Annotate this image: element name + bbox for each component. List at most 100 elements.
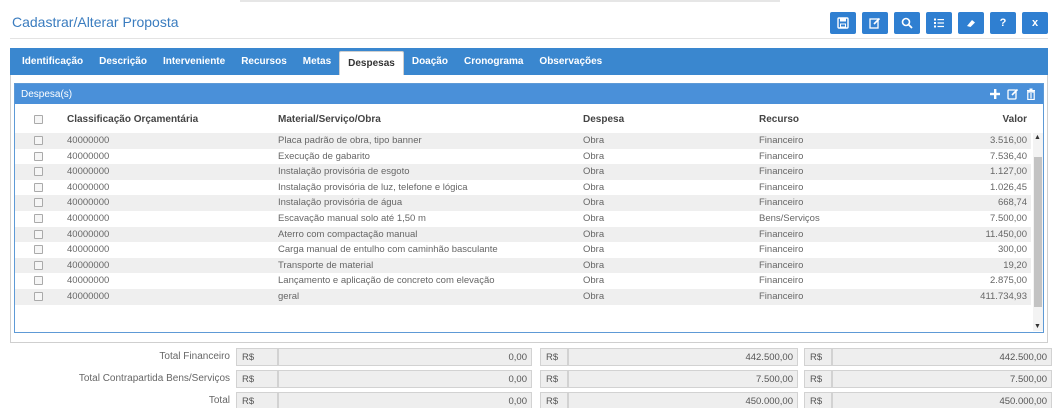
- table-row[interactable]: 40000000 Execução de gabarito Obra Financei…: [15, 149, 1031, 165]
- table-body: 40000000 Placa padrão de obra, tipo banne…: [15, 133, 1031, 305]
- row-checkbox[interactable]: [34, 273, 43, 289]
- table-row[interactable]: 40000000 Instalação provisória de água Obr…: [15, 195, 1031, 211]
- cell-recurso: Financeiro: [759, 150, 804, 162]
- edit-button[interactable]: [862, 12, 888, 34]
- table-row[interactable]: 40000000 Carga manual de entulho com cami…: [15, 242, 1031, 258]
- clear-button[interactable]: [958, 12, 984, 34]
- search-button[interactable]: [894, 12, 920, 34]
- currency-label: R$: [540, 392, 568, 408]
- cell-classificacao: 40000000: [67, 259, 110, 271]
- cell-valor: 11.450,00: [985, 228, 1027, 240]
- tab-cronograma[interactable]: Cronograma: [456, 48, 531, 75]
- tab-observacoes[interactable]: Observações: [531, 48, 610, 75]
- table-row[interactable]: 40000000 Placa padrão de obra, tipo banne…: [15, 133, 1031, 149]
- cell-despesa: Obra: [583, 212, 605, 224]
- cell-material: Carga manual de entulho com caminhão bas…: [278, 244, 498, 256]
- cell-despesa: Obra: [583, 181, 605, 193]
- select-all-checkbox[interactable]: [34, 111, 43, 129]
- table-row[interactable]: 40000000 Escavação manual solo até 1,50 m…: [15, 211, 1031, 227]
- row-checkbox[interactable]: [34, 242, 43, 258]
- cell-despesa: Obra: [583, 166, 605, 178]
- cell-material: Instalação provisória de luz, telefone e…: [278, 181, 468, 193]
- cell-recurso: Bens/Serviços: [759, 212, 820, 224]
- total-value-field: 0,00: [278, 392, 532, 408]
- row-checkbox[interactable]: [34, 289, 43, 305]
- row-checkbox[interactable]: [34, 195, 43, 211]
- cell-valor: 411.734,93: [980, 290, 1027, 302]
- toolbar: ? x: [830, 12, 1048, 34]
- total-label: Total: [208, 395, 230, 406]
- table-scrollbar[interactable]: ▲ ▼: [1033, 133, 1043, 331]
- cell-classificacao: 40000000: [67, 244, 110, 256]
- cell-despesa: Obra: [583, 228, 605, 240]
- add-icon[interactable]: [989, 88, 1001, 100]
- table-row[interactable]: 40000000 Transporte de material Obra Financ…: [15, 257, 1031, 274]
- cell-recurso: Financeiro: [759, 259, 804, 271]
- tab-interveniente[interactable]: Interveniente: [155, 48, 233, 75]
- cell-recurso: Financeiro: [759, 197, 804, 209]
- table-row[interactable]: 40000000 geral Obra Financeiro 411.734,93: [15, 288, 1031, 305]
- despesas-panel-header: Despesa(s): [15, 84, 1043, 104]
- cell-despesa: Obra: [583, 150, 605, 162]
- cell-material: Escavação manual solo até 1,50 m: [278, 212, 426, 224]
- cell-classificacao: 40000000: [67, 212, 110, 224]
- tab-bar: Identificação Descrição Interveniente Re…: [10, 48, 1048, 75]
- cell-material: Transporte de material: [278, 259, 374, 271]
- cell-valor: 1.127,00: [990, 166, 1027, 178]
- cell-material: Lançamento e aplicação de concreto com e…: [278, 275, 495, 287]
- scroll-up-icon[interactable]: ▲: [1034, 134, 1041, 141]
- cell-classificacao: 40000000: [67, 166, 110, 178]
- tab-descricao[interactable]: Descrição: [91, 48, 155, 75]
- tab-doacao[interactable]: Doação: [404, 48, 456, 75]
- scroll-down-icon[interactable]: ▼: [1034, 323, 1041, 330]
- total-value-field: 450.000,00: [568, 392, 798, 408]
- cell-material: Instalação provisória de esgoto: [278, 166, 410, 178]
- tab-identificacao[interactable]: Identificação: [14, 48, 91, 75]
- row-checkbox[interactable]: [34, 211, 43, 227]
- row-checkbox[interactable]: [34, 133, 43, 149]
- page-title: Cadastrar/Alterar Proposta: [12, 14, 179, 30]
- edit-icon[interactable]: [1007, 88, 1019, 100]
- trash-icon[interactable]: [1025, 88, 1037, 100]
- cell-despesa: Obra: [583, 290, 605, 302]
- table-row[interactable]: 40000000 Aterro com compactação manual Obr…: [15, 226, 1031, 243]
- cell-classificacao: 40000000: [67, 228, 110, 240]
- cell-despesa: Obra: [583, 135, 605, 146]
- tab-despesas[interactable]: Despesas: [339, 51, 404, 75]
- table-row[interactable]: 40000000 Instalação provisória de esgoto O…: [15, 164, 1031, 180]
- table-header: Classificação Orçamentária Material/Serv…: [15, 111, 1043, 129]
- row-checkbox[interactable]: [34, 180, 43, 196]
- scrollbar-thumb[interactable]: [1034, 157, 1042, 307]
- tab-metas[interactable]: Metas: [295, 48, 339, 75]
- total-value-field: 442.500,00: [832, 348, 1052, 366]
- cell-valor: 3.516,00: [990, 135, 1027, 146]
- cell-recurso: Financeiro: [759, 166, 804, 178]
- save-button[interactable]: [830, 12, 856, 34]
- row-checkbox[interactable]: [34, 149, 43, 165]
- row-checkbox[interactable]: [34, 258, 43, 274]
- row-checkbox[interactable]: [34, 227, 43, 243]
- cell-recurso: Financeiro: [759, 135, 804, 146]
- cell-despesa: Obra: [583, 197, 605, 209]
- total-value-field: 0,00: [278, 370, 532, 388]
- top-divider: [240, 0, 780, 2]
- table-row[interactable]: 40000000 Instalação provisória de luz, te…: [15, 180, 1031, 196]
- cell-recurso: Financeiro: [759, 181, 804, 193]
- cell-recurso: Financeiro: [759, 244, 804, 256]
- list-icon: [934, 18, 944, 28]
- totals-row-contrapartida: Total Contrapartida Bens/Serviços R$ 0,0…: [0, 370, 1052, 388]
- help-button[interactable]: ?: [990, 12, 1016, 34]
- table-row[interactable]: 40000000 Lançamento e aplicação de concre…: [15, 273, 1031, 289]
- cell-material: Instalação provisória de água: [278, 197, 403, 209]
- currency-label: R$: [236, 392, 278, 408]
- cell-valor: 19,20: [1003, 259, 1027, 271]
- totals-row-financeiro: Total Financeiro R$ 0,00 R$ 442.500,00 R…: [0, 348, 1052, 366]
- header-material: Material/Serviço/Obra: [278, 114, 381, 125]
- list-button[interactable]: [926, 12, 952, 34]
- row-checkbox[interactable]: [34, 164, 43, 180]
- tab-recursos[interactable]: Recursos: [233, 48, 295, 75]
- currency-label: R$: [236, 370, 278, 388]
- close-button[interactable]: x: [1022, 12, 1048, 34]
- close-icon: x: [1031, 17, 1039, 29]
- cell-despesa: Obra: [583, 275, 605, 287]
